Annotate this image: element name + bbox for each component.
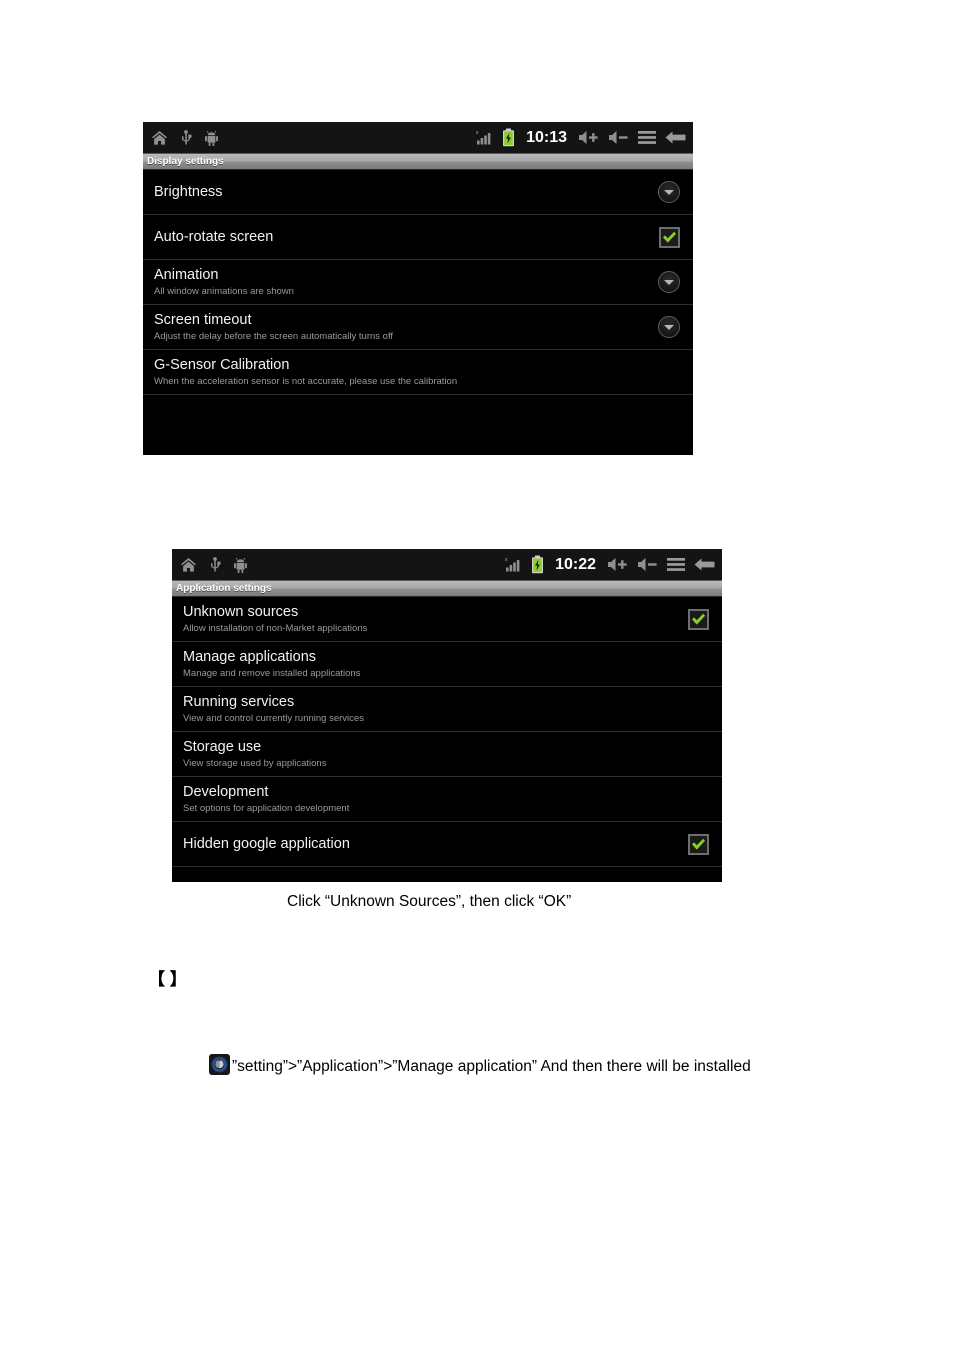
settings-row-screen-timeout[interactable]: Screen timeout Adjust the delay before t…	[143, 305, 693, 350]
checkbox-checked[interactable]	[659, 226, 680, 248]
display-settings-list: Brightness Auto-rotate screen Animation …	[143, 170, 693, 455]
settings-row-manage-applications[interactable]: Manage applications Manage and remove in…	[172, 642, 722, 687]
status-bar-clock: 10:13	[526, 128, 567, 146]
row-text: Unknown sources Allow installation of no…	[183, 604, 367, 635]
settings-row-animation[interactable]: Animation All window animations are show…	[143, 260, 693, 305]
row-summary: When the acceleration sensor is not accu…	[154, 375, 458, 387]
settings-row-storage-use[interactable]: Storage use View storage used by applica…	[172, 732, 722, 777]
row-text: Animation All window animations are show…	[154, 267, 294, 298]
application-settings-screenshot: x 10:22 Application settings Unknown sou…	[172, 549, 722, 882]
list-empty-area	[143, 395, 693, 455]
usb-icon	[209, 556, 221, 573]
status-bar-left-icons	[180, 556, 248, 573]
status-bar-right-icons: x 10:13	[476, 122, 686, 153]
row-text: Storage use View storage used by applica…	[183, 739, 326, 770]
home-icon[interactable]	[151, 130, 168, 146]
signal-bars-icon: x	[476, 129, 493, 146]
screen-title: Application settings	[176, 583, 272, 594]
volume-up-icon[interactable]	[607, 557, 628, 572]
row-text: Running services View and control curren…	[183, 694, 364, 725]
screen-title-bar: Application settings	[172, 580, 722, 597]
status-bar-right-icons: x 10:22	[505, 549, 715, 580]
row-text: Brightness	[154, 184, 223, 201]
application-settings-list: Unknown sources Allow installation of no…	[172, 597, 722, 882]
row-text: G-Sensor Calibration When the accelerati…	[154, 357, 457, 388]
row-summary: Adjust the delay before the screen autom…	[154, 330, 394, 342]
settings-row-hidden-google-application[interactable]: Hidden google application	[172, 822, 722, 867]
row-title: Hidden google application	[183, 835, 350, 852]
settings-row-unknown-sources[interactable]: Unknown sources Allow installation of no…	[172, 597, 722, 642]
row-text: Auto-rotate screen	[154, 229, 273, 246]
row-title: Manage applications	[183, 648, 317, 665]
battery-charging-icon	[531, 555, 544, 574]
row-summary: Allow installation of non-Market applica…	[183, 622, 368, 634]
row-title: Screen timeout	[154, 311, 252, 328]
row-title: G-Sensor Calibration	[154, 356, 290, 373]
checkbox-checked[interactable]	[688, 608, 709, 630]
settings-row-development[interactable]: Development Set options for application …	[172, 777, 722, 822]
row-summary: Manage and remove installed applications	[183, 667, 361, 679]
install-path-instruction: ”setting”>”Application”>”Manage applicat…	[232, 1058, 751, 1075]
menu-icon[interactable]	[638, 130, 656, 145]
display-settings-screenshot: x 10:13 Display settings Brightness Auto…	[143, 122, 693, 455]
row-summary: All window animations are shown	[154, 285, 294, 297]
svg-text:x: x	[476, 130, 479, 136]
row-title: Brightness	[154, 183, 223, 200]
android-robot-icon	[233, 557, 248, 573]
chevron-down-icon[interactable]	[658, 181, 680, 203]
row-title: Running services	[183, 693, 295, 710]
row-text: Screen timeout Adjust the delay before t…	[154, 312, 393, 343]
settings-row-running-services[interactable]: Running services View and control curren…	[172, 687, 722, 732]
volume-up-icon[interactable]	[578, 130, 599, 145]
settings-row-auto-rotate-screen[interactable]: Auto-rotate screen	[143, 215, 693, 260]
chevron-down-icon[interactable]	[658, 316, 680, 338]
svg-text:x: x	[505, 557, 508, 563]
figure-caption: Click “Unknown Sources”, then click “OK”	[287, 893, 572, 910]
checkbox-checked[interactable]	[688, 833, 709, 855]
row-title: Development	[183, 783, 269, 800]
row-text: Manage applications Manage and remove in…	[183, 649, 360, 680]
row-title: Unknown sources	[183, 603, 299, 620]
settings-row-g-sensor-calibration[interactable]: G-Sensor Calibration When the accelerati…	[143, 350, 693, 395]
android-settings-app-icon	[209, 1054, 230, 1075]
row-title: Animation	[154, 266, 219, 283]
status-bar-clock: 10:22	[555, 555, 596, 573]
row-title: Auto-rotate screen	[154, 228, 274, 245]
signal-bars-icon: x	[505, 556, 522, 573]
row-text: Development Set options for application …	[183, 784, 349, 815]
back-arrow-icon[interactable]	[665, 130, 686, 145]
row-text: Hidden google application	[183, 836, 350, 853]
volume-down-icon[interactable]	[637, 557, 658, 572]
back-arrow-icon[interactable]	[694, 557, 715, 572]
screen-title: Display settings	[147, 156, 224, 167]
menu-icon[interactable]	[667, 557, 685, 572]
chevron-down-icon[interactable]	[658, 271, 680, 293]
row-summary: Set options for application development	[183, 802, 350, 814]
status-bar-left-icons	[151, 129, 219, 146]
battery-charging-icon	[502, 128, 515, 147]
status-bar: x 10:13	[143, 122, 693, 153]
section-bracket-heading: 【 】	[148, 970, 187, 989]
status-bar: x 10:22	[172, 549, 722, 580]
screen-title-bar: Display settings	[143, 153, 693, 170]
list-empty-area	[172, 867, 722, 882]
android-robot-icon	[204, 130, 219, 146]
home-icon[interactable]	[180, 557, 197, 573]
settings-row-brightness[interactable]: Brightness	[143, 170, 693, 215]
usb-icon	[180, 129, 192, 146]
volume-down-icon[interactable]	[608, 130, 629, 145]
row-summary: View storage used by applications	[183, 757, 327, 769]
row-title: Storage use	[183, 738, 262, 755]
row-summary: View and control currently running servi…	[183, 712, 364, 724]
